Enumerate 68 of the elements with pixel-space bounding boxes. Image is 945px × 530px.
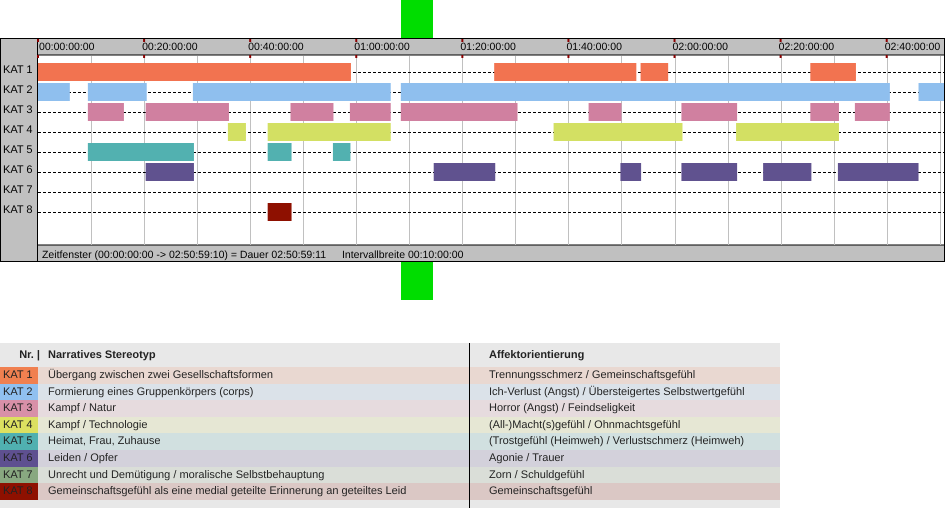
timeline-bar[interactable] — [620, 163, 642, 181]
category-swatch: KAT 6 — [0, 450, 38, 467]
time-label: 00:40:00:00 — [248, 41, 304, 53]
tick-mark — [249, 55, 252, 58]
category-label: KAT 5 — [3, 144, 33, 156]
tick-mark — [886, 39, 888, 42]
tick-mark — [567, 39, 570, 42]
stereotype-text: Formierung eines Gruppenkörpers (corps) — [48, 386, 254, 398]
time-label: 01:20:00:00 — [460, 41, 516, 53]
affect-text: Agonie / Trauer — [489, 451, 564, 466]
tick-mark — [143, 39, 146, 42]
status-text: Zeitfenster (00:00:00:00 -> 02:50:59:10) = Dauer 02:50:59:11 — [42, 249, 326, 261]
time-label: 02:40:00:00 — [884, 41, 940, 53]
tick-mark — [249, 39, 252, 42]
category-swatch: KAT 7 — [0, 466, 38, 484]
timeline-bar[interactable] — [268, 203, 292, 221]
column-header: Affektorientierung — [489, 348, 584, 363]
stereotype-text: Unrecht und Demütigung / moralische Selbstbehauptung — [48, 468, 324, 481]
affect-text: Zorn / Schuldgefühl — [489, 468, 584, 483]
tick-mark — [674, 55, 676, 58]
tick-mark — [461, 39, 464, 42]
category-label: KAT 6 — [3, 164, 33, 176]
time-label: 01:40:00:00 — [566, 41, 622, 53]
stereotype-text: Heimat, Frau, Zuhause — [48, 435, 160, 448]
tick-mark — [355, 55, 358, 58]
status-text: Intervallbreite 00:10:00:00 — [342, 249, 464, 261]
category-label: KAT 3 — [3, 104, 33, 116]
column-header: Narratives Stereotyp — [48, 348, 156, 361]
stereotype-text: Gemeinschaftsgefühl als eine medial geteilte Erinnerung an geteiltes Leid — [48, 485, 406, 498]
playhead-marker[interactable] — [401, 262, 434, 300]
affect-text: Gemeinschaftsgefühl — [489, 484, 592, 500]
stereotype-text: Kampf / Natur — [48, 402, 116, 414]
category-label: KAT 7 — [3, 184, 33, 196]
affect-text: Trennungsschmerz / Gemeinschaftsgefühl — [489, 368, 696, 384]
tick-mark — [143, 55, 146, 58]
time-label: 00:20:00:00 — [142, 41, 198, 53]
tick-mark — [780, 39, 782, 42]
category-swatch: KAT 4 — [0, 416, 38, 434]
category-swatch: KAT 5 — [0, 433, 38, 450]
affect-text: Ich-Verlust (Angst) / Übersteigertes Selbstwertgefühl — [489, 384, 745, 400]
time-label: 01:00:00:00 — [354, 41, 410, 53]
category-swatch: KAT 3 — [0, 400, 38, 417]
tick-mark — [567, 55, 570, 58]
stereotype-text: Leiden / Opfer — [48, 452, 118, 464]
category-swatch: KAT 8 — [0, 483, 38, 500]
tick-mark — [37, 39, 39, 42]
tick-mark — [886, 55, 888, 58]
time-label: 02:00:00:00 — [672, 41, 728, 53]
category-label: KAT 4 — [3, 124, 33, 136]
tick-mark — [355, 39, 358, 42]
category-label: KAT 8 — [3, 204, 33, 216]
affect-text: (Trostgefühl (Heimweh) / Verlustschmerz (Heimweh) — [489, 434, 744, 450]
stereotype-text: Kampf / Technologie — [48, 418, 148, 431]
affect-text: (All-)Macht(s)gefühl / Ohnmachtsgefühl — [489, 418, 680, 433]
tick-mark — [461, 55, 464, 58]
tick-mark — [37, 55, 39, 58]
category-swatch: KAT 1 — [0, 367, 38, 384]
time-label: 02:20:00:00 — [778, 41, 834, 53]
column-header: Nr. | — [19, 348, 40, 363]
category-label: KAT 1 — [3, 64, 33, 76]
tick-mark — [780, 55, 782, 58]
playhead-marker[interactable] — [401, 0, 434, 38]
affect-text: Horror (Angst) / Feindseligkeit — [489, 401, 636, 416]
category-label: KAT 2 — [3, 84, 33, 96]
category-swatch: KAT 2 — [0, 384, 38, 400]
stereotype-text: Übergang zwischen zwei Gesellschaftsformen — [48, 369, 273, 382]
tick-mark — [674, 39, 676, 42]
time-label: 00:00:00:00 — [39, 41, 94, 53]
